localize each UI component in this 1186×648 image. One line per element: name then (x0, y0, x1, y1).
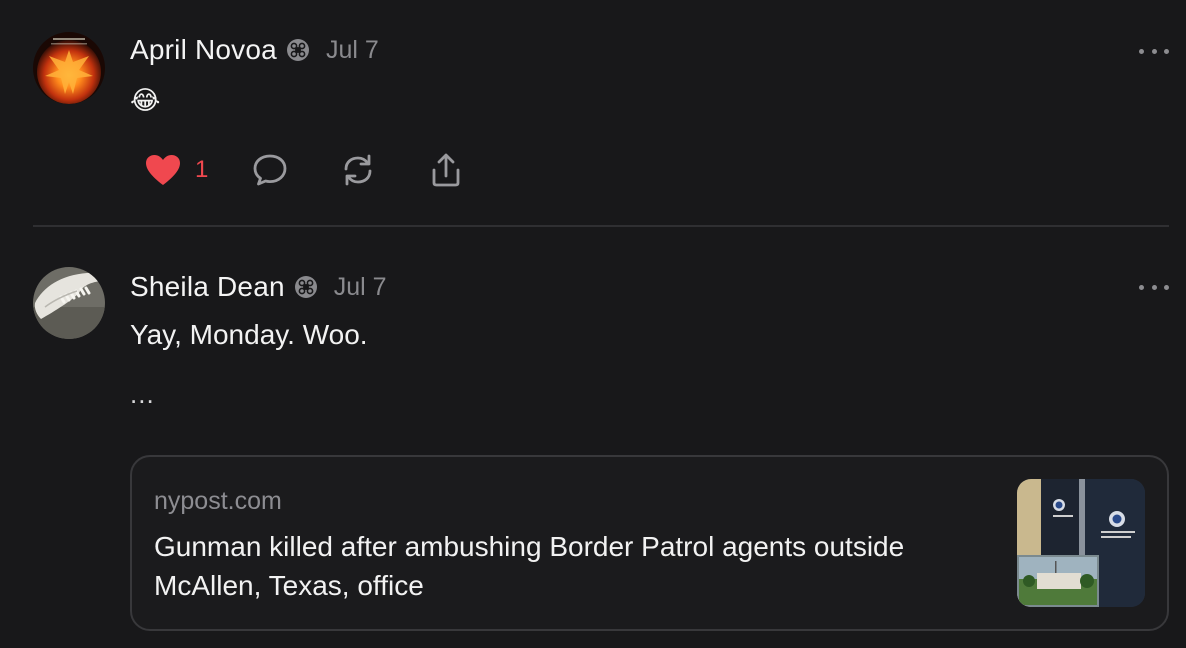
repost-button[interactable] (340, 153, 376, 187)
author-name[interactable]: Sheila Dean (130, 271, 285, 303)
verified-icon (294, 275, 318, 299)
more-options-button[interactable] (1139, 45, 1169, 57)
post-body: Yay, Monday. Woo. (130, 319, 368, 350)
comment-button[interactable] (252, 153, 288, 187)
more-options-button[interactable] (1139, 281, 1169, 293)
link-thumbnail (1017, 479, 1145, 607)
share-icon (432, 153, 460, 187)
share-button[interactable] (428, 152, 464, 188)
author-avatar[interactable] (33, 32, 105, 104)
like-button[interactable]: 1 (145, 154, 208, 186)
show-more-ellipsis[interactable]: ... (130, 379, 155, 410)
like-count: 1 (195, 156, 209, 183)
post-body: 😂 (130, 86, 161, 116)
repost-icon (344, 154, 372, 186)
post-sheila-dean: Sheila Dean Jul 7 Yay, Monday. Woo. ... … (0, 227, 1186, 648)
verified-icon (286, 38, 310, 62)
post-april-novoa: April Novoa Jul 7 😂 1 (0, 0, 1186, 226)
author-row: Sheila Dean Jul 7 (130, 269, 387, 305)
more-icon (1139, 284, 1144, 290)
heart-icon (146, 155, 180, 185)
more-icon (1139, 48, 1144, 54)
comment-icon (253, 154, 287, 186)
link-title: Gunman killed after ambushing Border Pat… (154, 531, 905, 601)
post-date[interactable]: Jul 7 (334, 273, 387, 302)
post-actions: 1 (145, 150, 464, 190)
post-date[interactable]: Jul 7 (326, 36, 379, 65)
author-avatar[interactable] (33, 267, 105, 339)
link-preview-card[interactable]: nypost.com Gunman killed after ambushing… (130, 455, 1169, 631)
link-domain: nypost.com (154, 487, 282, 515)
author-name[interactable]: April Novoa (130, 34, 277, 66)
author-row: April Novoa Jul 7 (130, 32, 379, 68)
